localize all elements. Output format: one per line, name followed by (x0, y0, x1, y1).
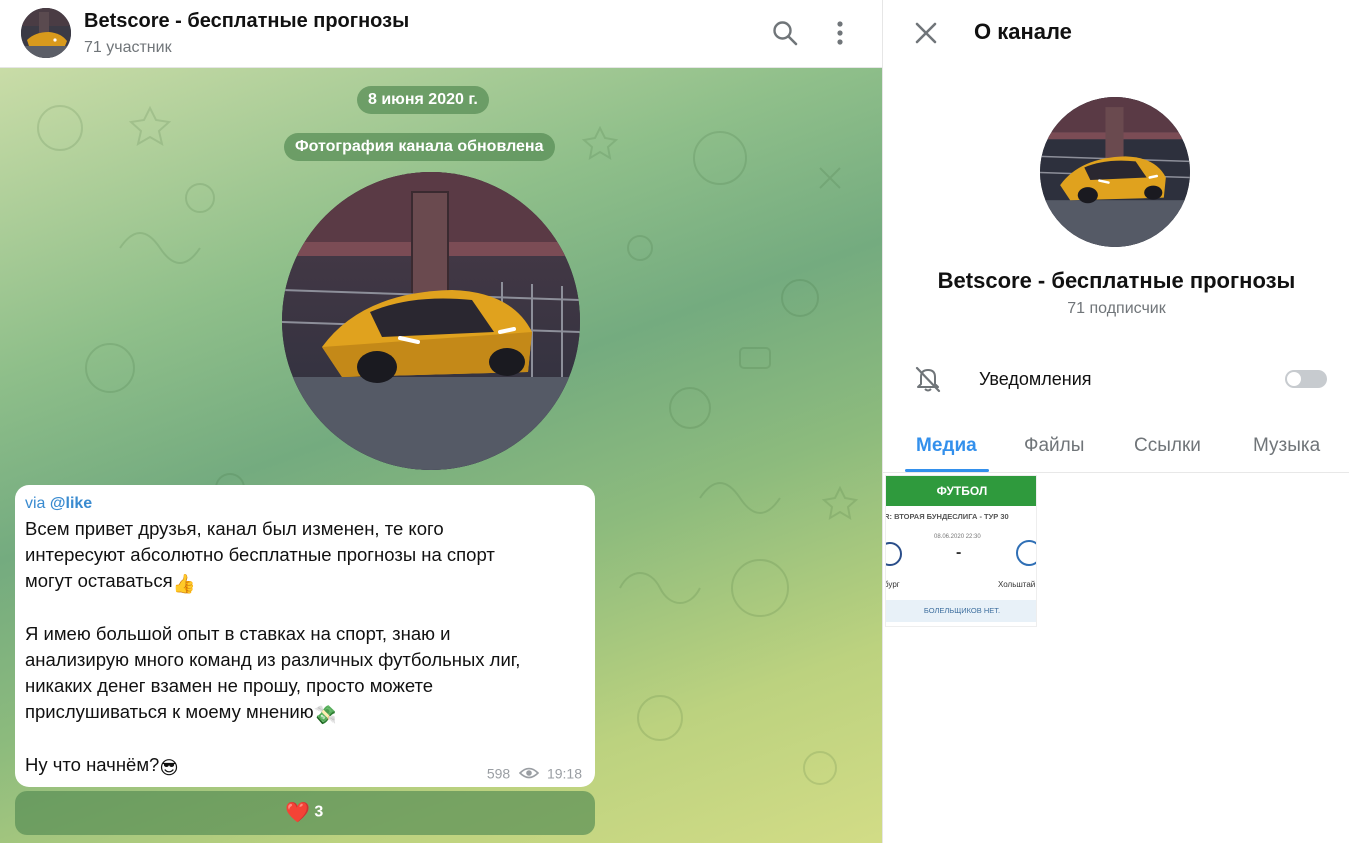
panel-channel-name: Betscore - бесплатные прогнозы (937, 268, 1296, 293)
message-text: могут оставаться (25, 570, 173, 591)
tab-music[interactable]: Музыка (1253, 435, 1320, 457)
bell-off-icon (915, 366, 941, 393)
tab-media[interactable]: Медиа (916, 435, 977, 457)
reaction-count: 3 (314, 803, 324, 821)
message-line: анализирую много команд из различных фут… (25, 649, 521, 670)
message-line: Всем привет друзья, канал был изменен, т… (25, 518, 444, 539)
message-line: могут оставаться👍 (25, 570, 196, 595)
panel-channel-avatar[interactable] (1040, 97, 1190, 247)
message-bubble[interactable]: via @like Всем привет друзья, канал был … (15, 485, 595, 787)
eye-icon (519, 768, 540, 779)
notifications-label: Уведомления (979, 369, 1092, 389)
close-icon[interactable] (913, 20, 939, 46)
chat-wallpaper: 8 июня 2020 г. Фотография канала обновле… (0, 68, 882, 843)
message-text: прислушиваться к моему мнению (25, 701, 314, 722)
via-bot-link[interactable]: @like (50, 495, 92, 512)
message-line: интересуют абсолютно бесплатные прогнозы… (25, 544, 495, 565)
message-text: Ну что начнём? (25, 754, 160, 775)
more-vertical-icon[interactable] (828, 20, 852, 46)
message-line: прислушиваться к моему мнению💸 (25, 701, 337, 726)
channel-avatar[interactable] (21, 8, 71, 58)
active-tab-indicator (905, 469, 989, 472)
tab-links[interactable]: Ссылки (1134, 435, 1201, 457)
thumb-score: - (956, 544, 962, 561)
service-message: Фотография канала обновлена (284, 133, 555, 161)
message-time: 19:18 (546, 765, 582, 782)
chat-title: Betscore - бесплатные прогнозы (84, 10, 410, 32)
date-pill: 8 июня 2020 г. (357, 86, 489, 114)
view-count: 598 (486, 765, 511, 782)
message-meta: 598 19:18 (487, 764, 582, 781)
toggle-knob (1287, 372, 1301, 386)
thumb-team-right: Хольштай (998, 580, 1036, 589)
panel-title: О канале (974, 19, 1072, 44)
thumb-header: ФУТБОЛ (886, 476, 1036, 506)
thumb-league: IR: ВТОРАЯ БУНДЕСЛИГА - ТУР 30 (885, 512, 1009, 521)
team-logo-right (1016, 540, 1036, 566)
chat-member-count: 71 участник (84, 39, 172, 56)
via-prefix: via (25, 495, 50, 512)
sunglasses-emoji: 😎 (159, 757, 179, 778)
channel-info-panel: О канале Betscore - бесплатные прогнозы … (882, 0, 1349, 843)
search-icon[interactable] (772, 20, 798, 46)
reaction-chip[interactable]: ❤️ 3 (285, 800, 323, 825)
team-logo-left (886, 542, 902, 566)
thumb-team-left: бург (885, 580, 900, 589)
media-thumbnail[interactable]: ФУТБОЛ IR: ВТОРАЯ БУНДЕСЛИГА - ТУР 30 08… (885, 475, 1037, 627)
thumbs-up-emoji: 👍 (172, 573, 196, 594)
thumb-footer: БОЛЕЛЬЩИКОВ НЕТ. (886, 600, 1036, 622)
notifications-toggle[interactable] (1285, 370, 1327, 388)
thumb-datetime: 08.06.2020 22:30 (934, 534, 981, 540)
tab-files[interactable]: Файлы (1024, 435, 1084, 457)
heart-emoji: ❤️ (285, 802, 310, 824)
chat-header[interactable]: Betscore - бесплатные прогнозы 71 участн… (0, 0, 882, 68)
message-line: Я имею большой опыт в ставках на спорт, … (25, 623, 451, 644)
channel-photo-update[interactable] (282, 172, 580, 470)
panel-subscriber-count: 71 подписчик (1067, 300, 1166, 317)
money-emoji: 💸 (313, 704, 337, 725)
message-line: никаких денег взамен не прошу, просто мо… (25, 675, 434, 696)
via-bot-label: via @like (25, 495, 92, 513)
reaction-button[interactable]: ❤️ 3 (15, 791, 595, 835)
message-line: Ну что начнём?😎 (25, 754, 179, 779)
media-tabs: Медиа Файлы Ссылки Музыка (883, 423, 1349, 473)
chat-pane: Betscore - бесплатные прогнозы 71 участн… (0, 0, 882, 843)
